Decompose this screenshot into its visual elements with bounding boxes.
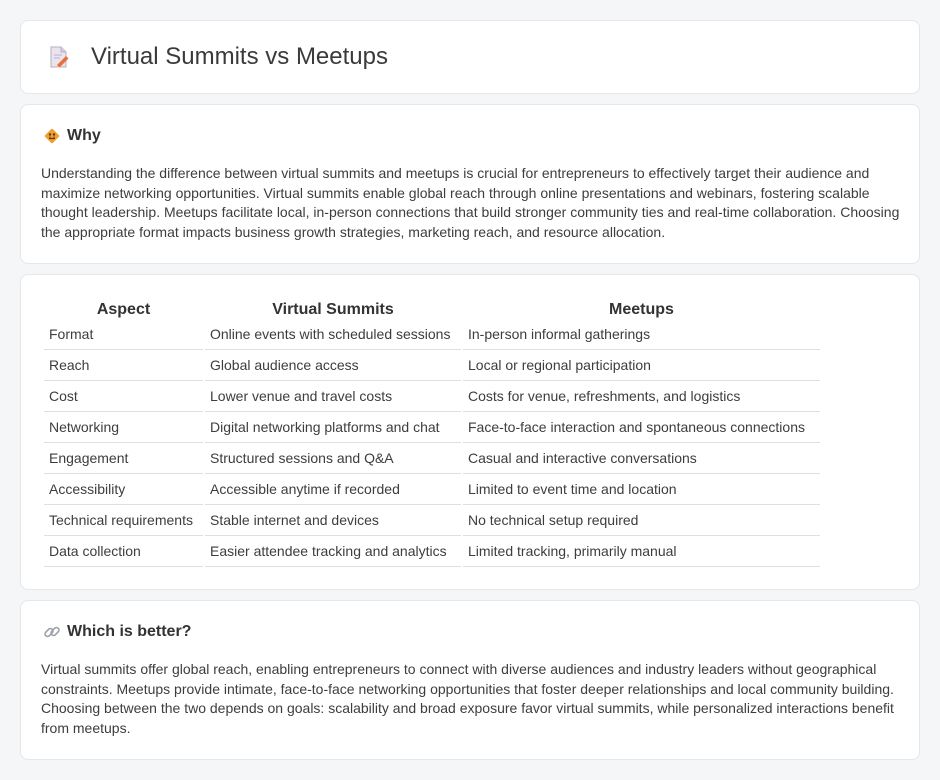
comparison-card: Aspect Virtual Summits Meetups Format On…	[20, 274, 920, 590]
virtual-summits-cell: Online events with scheduled sessions	[205, 319, 461, 350]
why-heading: Why	[43, 127, 101, 145]
comparison-table: Aspect Virtual Summits Meetups Format On…	[42, 297, 822, 567]
title-card: Virtual Summits vs Meetups	[20, 20, 920, 94]
meetups-cell: Face-to-face interaction and spontaneous…	[463, 412, 820, 443]
aspect-cell: Cost	[44, 381, 203, 412]
virtual-summits-cell: Lower venue and travel costs	[205, 381, 461, 412]
aspect-cell: Data collection	[44, 536, 203, 567]
meetups-cell: Local or regional participation	[463, 350, 820, 381]
which-better-body: Virtual summits offer global reach, enab…	[41, 661, 894, 736]
aspect-cell: Technical requirements	[44, 505, 203, 536]
meetups-cell: Casual and interactive conversations	[463, 443, 820, 474]
which-better-card: Which is better? Virtual summits offer g…	[20, 600, 920, 760]
why-title: Why	[67, 127, 101, 144]
why-card: Why Understanding the difference between…	[20, 104, 920, 264]
header-meetups: Meetups	[609, 301, 674, 318]
aspect-cell: Networking	[44, 412, 203, 443]
virtual-summits-cell: Stable internet and devices	[205, 505, 461, 536]
aspect-cell: Format	[44, 319, 203, 350]
header-virtual-summits: Virtual Summits	[272, 301, 394, 318]
virtual-summits-cell: Easier attendee tracking and analytics	[205, 536, 461, 567]
table-header-row: Aspect Virtual Summits Meetups	[44, 297, 820, 319]
road-sign-icon	[43, 127, 61, 145]
which-better-heading: Which is better?	[43, 623, 191, 641]
link-icon	[43, 623, 61, 641]
virtual-summits-cell: Global audience access	[205, 350, 461, 381]
aspect-cell: Reach	[44, 350, 203, 381]
meetups-cell: Costs for venue, refreshments, and logis…	[463, 381, 820, 412]
document-pencil-icon	[47, 45, 71, 69]
table-row: Cost Lower venue and travel costs Costs …	[44, 381, 820, 412]
meetups-cell: Limited to event time and location	[463, 474, 820, 505]
meetups-cell: Limited tracking, primarily manual	[463, 536, 820, 567]
table-row: Data collection Easier attendee tracking…	[44, 536, 820, 567]
virtual-summits-cell: Structured sessions and Q&A	[205, 443, 461, 474]
why-body: Understanding the difference between vir…	[41, 165, 900, 240]
table-row: Reach Global audience access Local or re…	[44, 350, 820, 381]
aspect-cell: Engagement	[44, 443, 203, 474]
table-row: Accessibility Accessible anytime if reco…	[44, 474, 820, 505]
virtual-summits-cell: Accessible anytime if recorded	[205, 474, 461, 505]
table-row: Format Online events with scheduled sess…	[44, 319, 820, 350]
which-better-title: Which is better?	[67, 623, 192, 640]
table-row: Networking Digital networking platforms …	[44, 412, 820, 443]
aspect-cell: Accessibility	[44, 474, 203, 505]
header-aspect: Aspect	[96, 301, 151, 318]
meetups-cell: In-person informal gatherings	[463, 319, 820, 350]
virtual-summits-cell: Digital networking platforms and chat	[205, 412, 461, 443]
table-row: Technical requirements Stable internet a…	[44, 505, 820, 536]
meetups-cell: No technical setup required	[463, 505, 820, 536]
table-row: Engagement Structured sessions and Q&A C…	[44, 443, 820, 474]
page-title: Virtual Summits vs Meetups	[91, 43, 388, 70]
